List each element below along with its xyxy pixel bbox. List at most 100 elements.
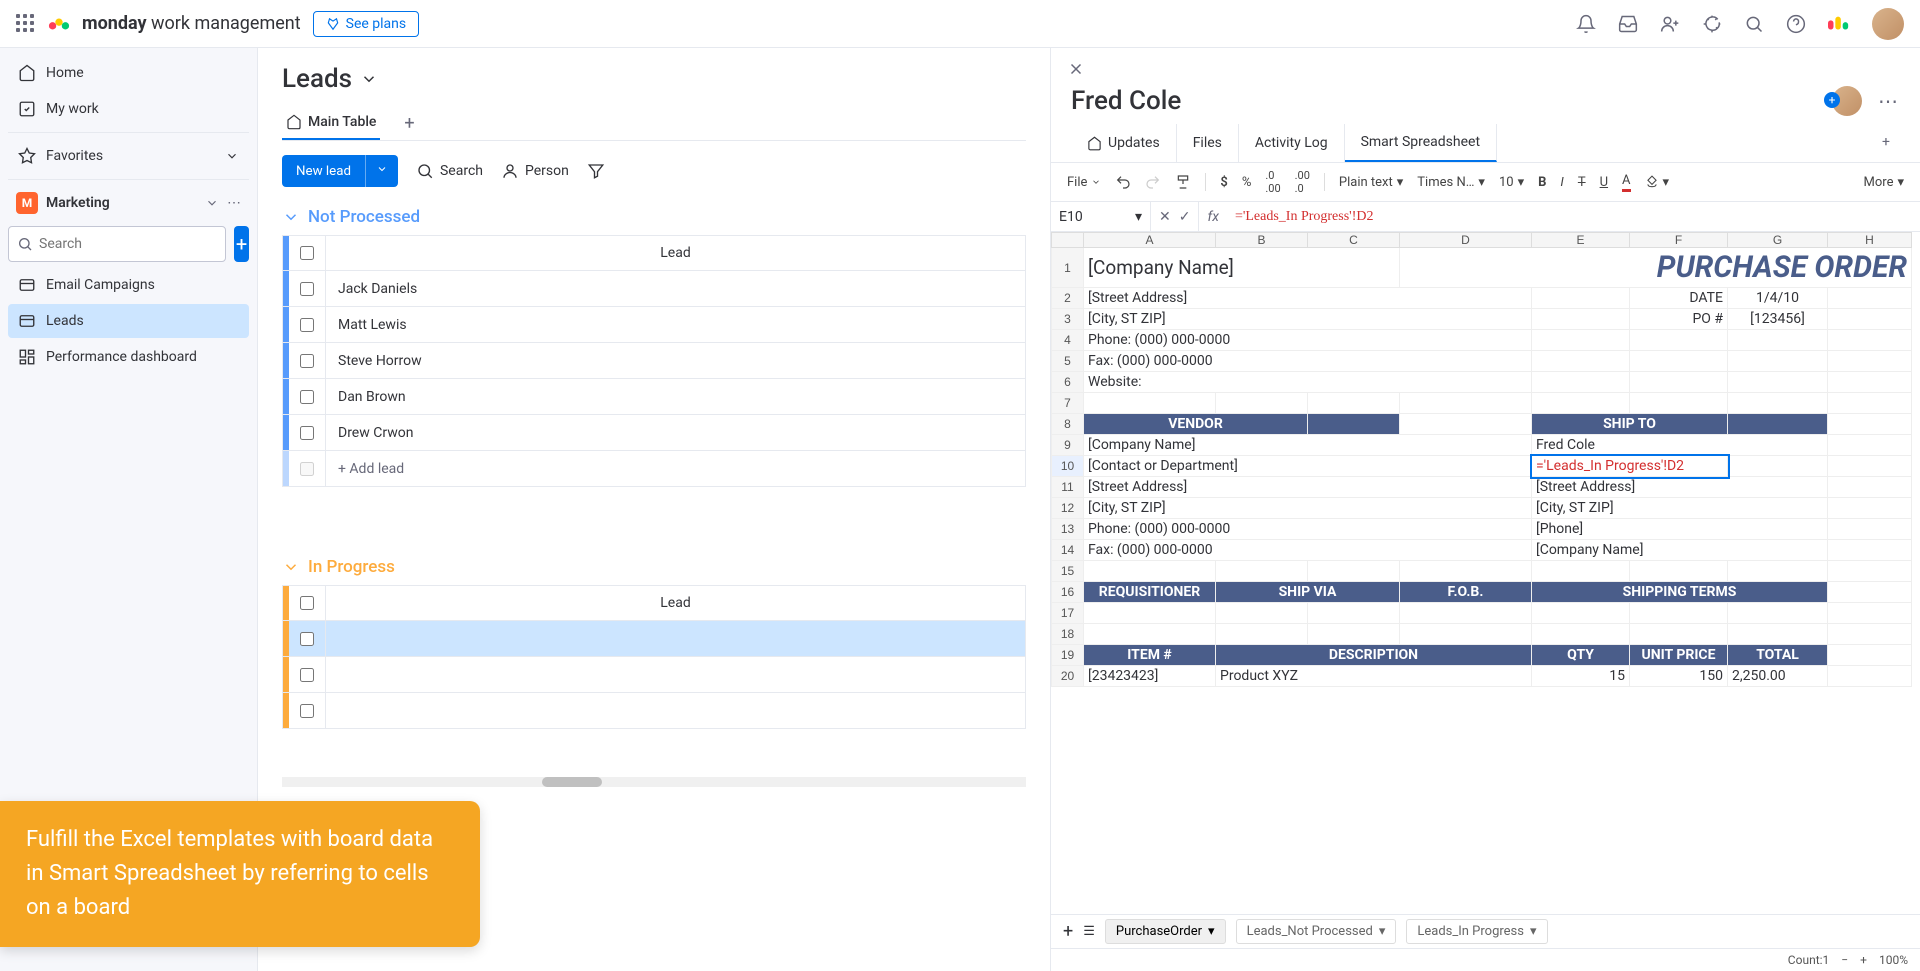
strike-button[interactable]: T [1578, 175, 1586, 190]
group-header-not-processed[interactable]: Not Processed [282, 207, 1026, 227]
apps-menu-icon[interactable] [16, 14, 36, 34]
group-header-in-progress[interactable]: In Progress [282, 557, 1026, 577]
monday-small-logo [1828, 16, 1850, 32]
formula-input[interactable]: ='Leads_In Progress'!D2 [1227, 209, 1920, 225]
toolbar-filter[interactable] [587, 162, 605, 180]
redo-icon[interactable] [1145, 174, 1161, 190]
nav-mywork[interactable]: My work [8, 92, 249, 126]
zoom-out-button[interactable]: − [1841, 953, 1848, 967]
home-icon [286, 114, 302, 130]
sheet-tab-not-processed[interactable]: Leads_Not Processed ▾ [1236, 919, 1397, 944]
search-icon [17, 236, 33, 252]
cancel-formula-icon[interactable]: ✕ [1159, 209, 1171, 225]
add-board-button[interactable]: + [234, 226, 249, 262]
table-row[interactable]: Dan Brown [282, 379, 1026, 415]
invite-icon[interactable] [1660, 14, 1680, 34]
item-menu-icon[interactable]: ⋯ [1878, 89, 1900, 113]
decimal-inc-button[interactable]: .0.00 [1265, 169, 1280, 195]
select-all-checkbox[interactable] [300, 596, 314, 610]
formula-bar: E10▾ ✕ ✓ fx ='Leads_In Progress'!D2 [1051, 202, 1920, 232]
tab-updates[interactable]: Updates [1071, 124, 1177, 162]
board-item-leads[interactable]: Leads [8, 304, 249, 338]
chevron-down-icon [360, 70, 378, 88]
table-row[interactable]: Matt Lewis [282, 307, 1026, 343]
decimal-dec-button[interactable]: .00.0 [1295, 169, 1310, 195]
apps-icon[interactable] [1702, 14, 1722, 34]
bold-button[interactable]: B [1538, 175, 1546, 190]
select-all-checkbox[interactable] [300, 246, 314, 260]
add-lead-row[interactable]: + Add lead [282, 451, 1026, 487]
nav-favorites[interactable]: Favorites [8, 139, 249, 173]
board-item-email[interactable]: Email Campaigns [8, 268, 249, 302]
accept-formula-icon[interactable]: ✓ [1179, 209, 1191, 225]
undo-icon[interactable] [1115, 174, 1131, 190]
font-size-select[interactable]: 10 ▾ [1499, 175, 1524, 190]
tab-smart-spreadsheet[interactable]: Smart Spreadsheet [1345, 124, 1497, 162]
search-icon [416, 162, 434, 180]
tab-activity[interactable]: Activity Log [1239, 124, 1345, 162]
workspace-header[interactable]: M Marketing ⋯ [8, 186, 249, 220]
home-icon [1087, 136, 1102, 151]
workspace-menu-icon[interactable]: ⋯ [227, 195, 241, 211]
cell-reference[interactable]: E10▾ [1051, 202, 1151, 231]
chevron-down-icon[interactable] [205, 196, 219, 210]
chevron-down-icon [225, 149, 239, 163]
board-item-dashboard[interactable]: Performance dashboard [8, 340, 249, 374]
column-header-row: Lead [282, 585, 1026, 621]
inbox-icon[interactable] [1618, 14, 1638, 34]
tab-main-table[interactable]: Main Table [282, 106, 380, 140]
sidebar-search-input[interactable] [39, 236, 217, 252]
search-icon[interactable] [1744, 14, 1764, 34]
sheet-tab-in-progress[interactable]: Leads_In Progress ▾ [1406, 919, 1547, 944]
table-row[interactable]: Steve Horrow [282, 343, 1026, 379]
board-title[interactable]: Leads [282, 64, 1026, 94]
sheet-tab-purchase[interactable]: PurchaseOrder ▾ [1105, 919, 1226, 944]
sheets-menu-icon[interactable]: ☰ [1083, 924, 1095, 939]
item-panel: Fred Cole ⋯ Updates Files Activity Log S… [1050, 48, 1920, 971]
workspace-badge: M [16, 192, 38, 214]
table-row[interactable] [282, 657, 1026, 693]
column-header-row: Lead [282, 235, 1026, 271]
table-row[interactable]: Drew Crwon [282, 415, 1026, 451]
number-format-select[interactable]: Plain text ▾ [1339, 175, 1403, 190]
close-icon[interactable] [1067, 60, 1085, 78]
sheet-tabs: + ☰ PurchaseOrder ▾ Leads_Not Processed … [1051, 914, 1920, 948]
table-row[interactable] [282, 621, 1026, 657]
horizontal-scrollbar[interactable] [282, 777, 1026, 787]
column-lead[interactable]: Lead [325, 236, 1025, 270]
underline-button[interactable]: U [1600, 175, 1608, 190]
font-select[interactable]: Times N… ▾ [1417, 175, 1485, 190]
table-row[interactable]: Jack Daniels [282, 271, 1026, 307]
item-avatar[interactable] [1832, 86, 1862, 116]
fill-color-button[interactable]: ▾ [1645, 175, 1670, 190]
help-icon[interactable] [1786, 14, 1806, 34]
currency-button[interactable]: $ [1220, 175, 1227, 190]
column-lead[interactable]: Lead [325, 586, 1025, 620]
table-row[interactable] [282, 693, 1026, 729]
editing-cell[interactable]: ='Leads_In Progress'!D2 [1532, 456, 1728, 477]
percent-button[interactable]: % [1242, 175, 1252, 190]
new-lead-button[interactable]: New lead [282, 155, 398, 187]
toolbar-search[interactable]: Search [416, 162, 483, 180]
file-menu[interactable]: File [1067, 175, 1101, 190]
add-sheet-button[interactable]: + [1063, 921, 1073, 942]
tutorial-callout: Fulfill the Excel templates with board d… [0, 801, 480, 947]
paint-format-icon[interactable] [1175, 174, 1191, 190]
zoom-in-button[interactable]: + [1860, 953, 1867, 967]
italic-button[interactable]: I [1560, 175, 1563, 190]
spreadsheet-grid[interactable]: ABCDEFGH 1[Company Name]PURCHASE ORDER 2… [1051, 232, 1920, 914]
add-tab-button[interactable]: + [1872, 124, 1900, 162]
nav-home[interactable]: Home [8, 56, 249, 90]
sidebar-search[interactable] [8, 226, 226, 262]
toolbar-person[interactable]: Person [501, 162, 569, 180]
text-color-button[interactable]: A [1622, 173, 1630, 192]
add-view-button[interactable]: + [396, 113, 422, 134]
monday-logo [48, 13, 70, 35]
user-avatar[interactable] [1872, 8, 1904, 40]
item-title[interactable]: Fred Cole [1071, 86, 1832, 116]
more-button[interactable]: More ▾ [1864, 175, 1904, 190]
tab-files[interactable]: Files [1177, 124, 1239, 162]
see-plans-button[interactable]: See plans [313, 11, 419, 37]
new-lead-dropdown[interactable] [365, 155, 398, 187]
notifications-icon[interactable] [1576, 14, 1596, 34]
